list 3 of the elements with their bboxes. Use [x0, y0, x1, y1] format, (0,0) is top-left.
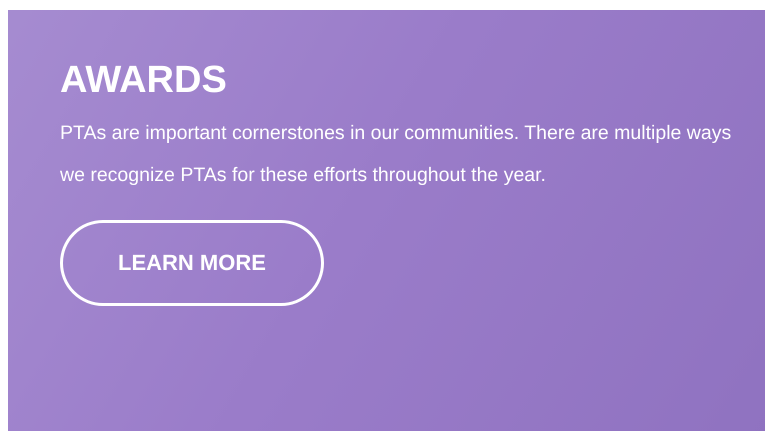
card-title: AWARDS	[60, 60, 228, 102]
learn-more-button[interactable]: LEARN MORE	[60, 220, 324, 306]
card-description: PTAs are important cornerstones in our communities. There are multiple ways we recognize PTAs for these efforts throughout the year.	[60, 120, 732, 188]
